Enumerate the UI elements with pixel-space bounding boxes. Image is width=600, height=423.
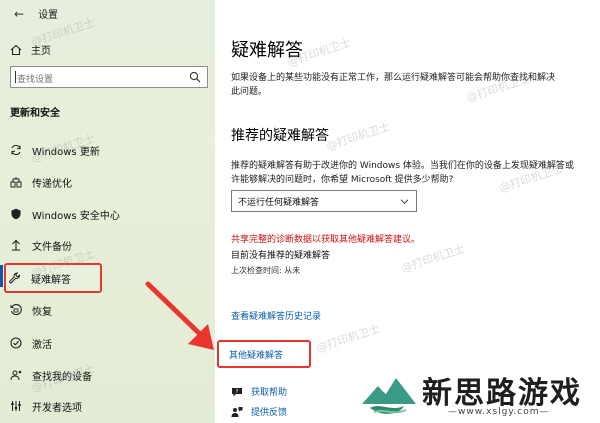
sidebar-item-backup[interactable]: 文件备份 [10, 235, 72, 255]
sidebar-item-label: 传递优化 [32, 178, 72, 190]
sidebar-item-label: 查找我的设备 [32, 371, 92, 383]
sidebar-item-delivery-optimization[interactable]: 传递优化 [10, 172, 72, 192]
troubleshoot-preference-select[interactable]: 不运行任何疑难解答 [231, 190, 417, 212]
chevron-down-icon [400, 199, 409, 205]
title-bar: ← 设置 [14, 6, 59, 22]
logo-name: 新思路游戏 [422, 376, 582, 411]
sidebar-item-activation[interactable]: 激活 [10, 333, 52, 353]
recovery-icon [10, 304, 22, 316]
home-icon [10, 44, 22, 55]
sidebar-item-label: 疑难解答 [31, 274, 71, 286]
sidebar-item-label: 激活 [32, 339, 52, 351]
svg-text:?: ? [236, 389, 239, 395]
home-label: 主页 [31, 46, 51, 57]
diagnostic-data-link[interactable]: 共享完整的诊断数据以获取其他疑难解答建议。 [231, 232, 420, 245]
delivery-icon [10, 177, 22, 188]
sidebar-item-recovery[interactable]: 恢复 [10, 300, 52, 320]
sidebar-item-windows-security[interactable]: Windows 安全中心 [10, 204, 120, 224]
select-value: 不运行任何疑难解答 [238, 197, 320, 208]
mountain-logo-icon [362, 378, 416, 414]
sidebar-item-label: 开发者选项 [32, 402, 82, 414]
active-indicator [0, 265, 3, 287]
sync-icon [11, 144, 21, 156]
sidebar-item-developer[interactable]: 开发者选项 [10, 396, 82, 416]
check-circle-icon [10, 337, 22, 349]
logo-url: —www.xslgy.com— [448, 407, 550, 417]
shield-icon [11, 208, 21, 220]
annotation-arrow [145, 281, 214, 350]
search-input[interactable] [11, 70, 181, 90]
help-chat-icon: ? [232, 387, 242, 396]
sidebar-item-find-my-device[interactable]: 查找我的设备 [10, 365, 92, 385]
search-icon[interactable] [189, 71, 201, 83]
sidebar-item-troubleshoot[interactable]: 疑难解答 [4, 263, 102, 293]
get-help-link[interactable]: ? 获取帮助 [231, 385, 287, 398]
search-box[interactable] [10, 66, 208, 90]
person-pin-icon [10, 370, 22, 381]
feedback-label: 提供反馈 [251, 408, 288, 418]
recommended-description: 推荐的疑难解答有助于改进你的 Windows 体验。当我们在你的设备上发现疑难解… [231, 161, 574, 185]
get-help-label: 获取帮助 [251, 388, 288, 398]
sidebar-item-label: 恢复 [32, 306, 52, 318]
text-caret [15, 71, 16, 83]
site-logo: 新思路游戏 —www.xslgy.com— [360, 360, 600, 423]
section-title: 更新和安全 [10, 108, 60, 119]
backup-icon [12, 239, 20, 251]
feedback-icon [231, 406, 243, 417]
recommended-title: 推荐的疑难解答 [231, 128, 329, 144]
other-troubleshooters-link[interactable]: 其他疑难解答 [217, 340, 311, 368]
wrench-icon [9, 272, 20, 284]
sidebar-item-label: Windows 更新 [32, 146, 100, 158]
other-troubleshooters-label: 其他疑难解答 [229, 350, 284, 361]
page-title: 疑难解答 [231, 40, 303, 61]
history-link[interactable]: 查看疑难解答历史记录 [231, 309, 321, 322]
nav-home[interactable]: 主页 [10, 42, 51, 57]
sidebar-item-label: 文件备份 [32, 241, 72, 253]
developer-icon [11, 401, 21, 411]
intro-text: 如果设备上的某些功能没有正常工作，那么运行疑难解答可能会帮助你查找和解决此问题。 [231, 73, 556, 97]
sidebar-item-windows-update[interactable]: Windows 更新 [10, 140, 100, 160]
window-title: 设置 [38, 10, 59, 21]
sidebar-item-label: Windows 安全中心 [32, 210, 120, 222]
back-arrow-icon[interactable]: ← [14, 7, 24, 21]
no-recommended-text: 目前没有推荐的疑难解答 [231, 251, 331, 261]
last-check-text: 上次检查时间: 从未 [231, 266, 301, 275]
feedback-link[interactable]: 提供反馈 [231, 405, 287, 418]
